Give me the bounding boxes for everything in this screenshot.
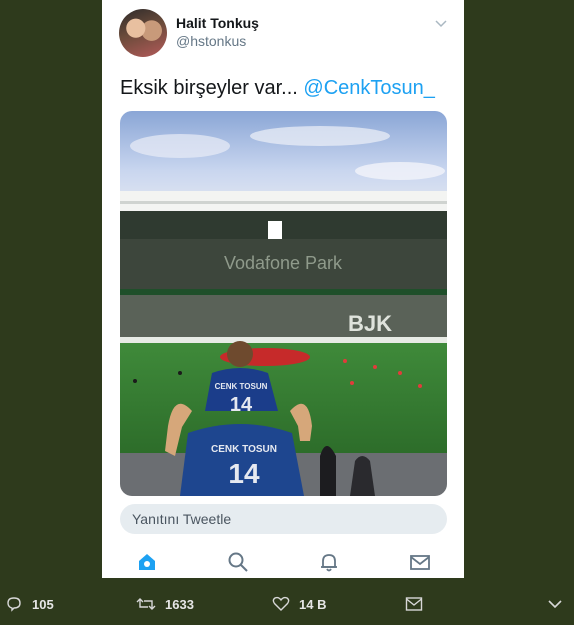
heart-icon[interactable] <box>272 596 290 612</box>
author-handle[interactable]: @hstonkus <box>176 33 246 49</box>
stadium-sign-lower: BJK <box>348 311 392 336</box>
retweet-count: 1633 <box>165 597 194 612</box>
tweet-photo[interactable]: Vodafone Park BJK CENK TOSUN 14 CENK TOS… <box>120 111 447 496</box>
jersey-number-adult: 14 <box>228 458 260 489</box>
notifications-icon[interactable] <box>318 551 340 573</box>
direct-message-icon[interactable] <box>405 596 423 612</box>
tweet-body: Eksik birşeyler var... <box>120 77 304 99</box>
jersey-name-child: CENK TOSUN <box>215 382 268 391</box>
tweet-card: Halit Tonkuş @hstonkus Eksik birşeyler v… <box>102 0 464 578</box>
bottom-nav <box>102 543 464 578</box>
chevron-down-icon[interactable] <box>547 596 563 612</box>
mention-link[interactable]: @CenkTosun_ <box>303 77 434 99</box>
reply-input[interactable]: Yanıtını Tweetle <box>120 504 447 534</box>
stadium-sign-upper: Vodafone Park <box>224 253 343 273</box>
avatar[interactable] <box>119 9 167 57</box>
like-count: 14 B <box>299 597 327 612</box>
jersey-number-child: 14 <box>230 394 253 416</box>
author-name[interactable]: Halit Tonkuş <box>176 15 259 31</box>
reply-placeholder: Yanıtını Tweetle <box>132 511 232 527</box>
search-icon[interactable] <box>227 551 249 573</box>
reply-count: 105 <box>32 597 54 612</box>
messages-icon[interactable] <box>409 551 431 573</box>
tweet-text: Eksik birşeyler var... @CenkTosun_ <box>120 77 435 100</box>
chevron-down-icon[interactable] <box>434 16 448 30</box>
retweet-icon[interactable] <box>136 596 156 612</box>
action-bar: 105 1633 14 B <box>0 578 574 625</box>
reply-icon[interactable] <box>6 596 22 612</box>
jersey-name-adult: CENK TOSUN <box>211 444 277 455</box>
home-icon[interactable] <box>136 551 158 573</box>
